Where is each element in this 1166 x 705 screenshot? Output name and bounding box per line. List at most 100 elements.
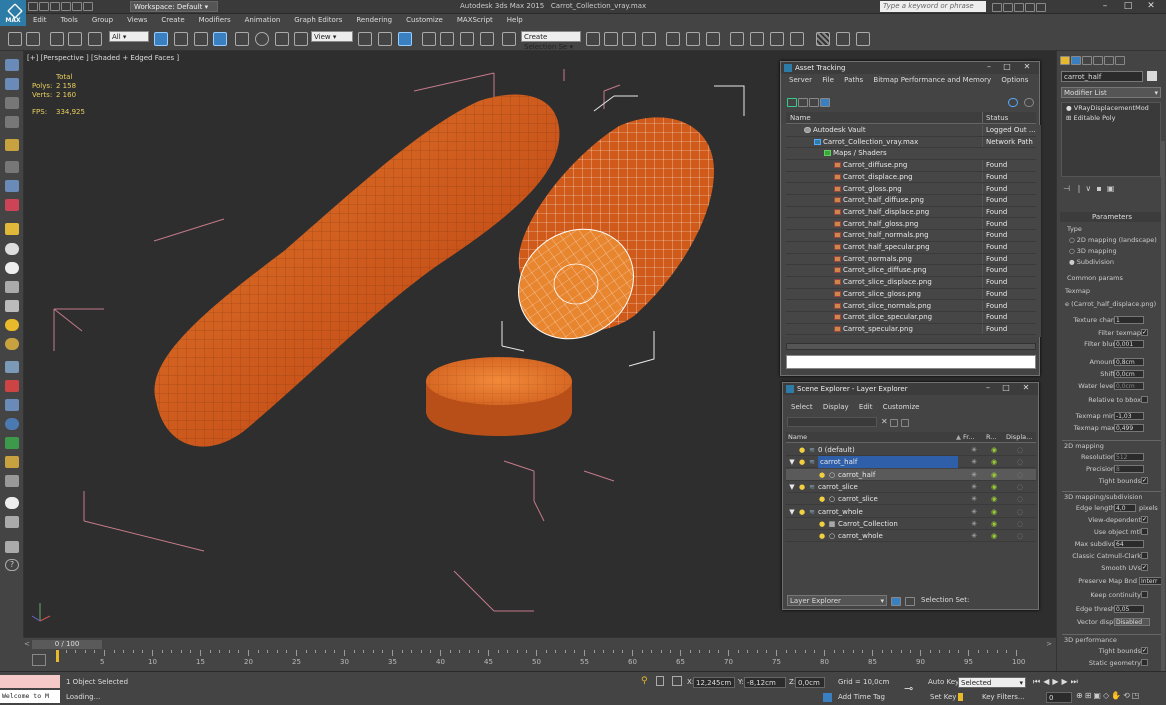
view-dependent-checkbox[interactable]: ✓ xyxy=(1141,516,1148,523)
zoom-icon[interactable]: ⊕ xyxy=(1076,691,1085,700)
maxscript-listener-top[interactable] xyxy=(0,675,60,688)
asset-tracking-titlebar[interactable]: Asset Tracking – □ ✕ xyxy=(781,62,1039,74)
ribbon-toggle-icon[interactable] xyxy=(642,32,656,46)
layer-row[interactable]: ▼ ● ≋ carrot_slice ✳ ◉ ◌ xyxy=(786,481,1036,493)
renderable-icon[interactable]: ◉ xyxy=(990,446,998,454)
bind-space-warp-icon[interactable] xyxy=(88,32,102,46)
time-slider-next[interactable]: > xyxy=(1046,640,1052,648)
vray-light-icon[interactable] xyxy=(5,139,19,151)
hierarchy-icon[interactable] xyxy=(905,597,915,606)
search-input[interactable]: Type a keyword or phrase xyxy=(880,1,986,12)
material-editor-icon[interactable] xyxy=(706,32,720,46)
texmap-max-spinner[interactable]: 0,499 xyxy=(1114,424,1144,432)
pan-icon[interactable]: ✋ xyxy=(1111,691,1123,700)
next-frame-icon[interactable]: ▶ xyxy=(1062,677,1071,686)
menu-select[interactable]: Select xyxy=(787,403,817,411)
horizontal-scrollbar[interactable] xyxy=(786,343,1036,350)
renderable-icon[interactable]: ◉ xyxy=(990,471,998,479)
vray-tool-icon[interactable] xyxy=(5,475,19,487)
tight-bounds-checkbox[interactable]: ✓ xyxy=(1141,477,1148,484)
stack-item-editable-poly[interactable]: ⊞ Editable Poly xyxy=(1062,113,1160,123)
hide-toggle-icon[interactable]: ● xyxy=(818,520,826,528)
redo-icon[interactable] xyxy=(26,32,40,46)
filter-blur-spinner[interactable]: 0,001 xyxy=(1114,340,1144,348)
edge-thresh-spinner[interactable]: 0,05 xyxy=(1114,605,1144,613)
freeze-icon[interactable]: ✳ xyxy=(970,446,978,454)
vray-tool-icon[interactable] xyxy=(5,78,19,90)
explorer-type-dropdown[interactable]: Layer Explorer ▾ xyxy=(787,595,887,606)
vray-tool-icon[interactable] xyxy=(5,541,19,553)
make-unique-icon[interactable]: ∨ xyxy=(1085,184,1091,193)
vector-displ-dropdown[interactable]: Disabled xyxy=(1114,618,1150,626)
vray-tool-icon[interactable] xyxy=(5,300,19,312)
modifier-list-dropdown[interactable]: Modifier List ▾ xyxy=(1061,87,1161,98)
stack-item-vraydisplacement[interactable]: ● VRayDisplacementMod xyxy=(1062,103,1160,113)
undo-icon[interactable] xyxy=(61,2,71,11)
close-button[interactable]: ✕ xyxy=(1019,63,1035,72)
open-file-icon[interactable] xyxy=(39,2,49,11)
pivot-center-icon[interactable] xyxy=(358,32,372,46)
time-tag-icon[interactable] xyxy=(823,693,832,702)
col-status-header[interactable]: Status xyxy=(982,112,1008,124)
vray-tool-icon[interactable] xyxy=(5,516,19,528)
favorites-star-icon[interactable] xyxy=(1025,3,1035,12)
hide-toggle-icon[interactable]: ● xyxy=(798,446,806,454)
rendered-frame-window-icon[interactable] xyxy=(750,32,764,46)
key-mode-dropdown[interactable]: Selected ▾ xyxy=(958,677,1026,688)
add-time-tag[interactable]: Add Time Tag xyxy=(838,693,885,701)
filter-texmap-checkbox[interactable]: ✓ xyxy=(1141,329,1148,336)
vray-tool-icon[interactable] xyxy=(5,338,19,350)
asset-row[interactable]: Carrot_specular.png Found xyxy=(786,323,1036,336)
vray-tool-icon[interactable] xyxy=(5,380,19,392)
pin-stack-icon[interactable]: ⊣ xyxy=(1063,184,1070,193)
utilities-tab-icon[interactable] xyxy=(1115,56,1125,65)
freeze-icon[interactable]: ✳ xyxy=(970,458,978,466)
help-icon[interactable] xyxy=(1036,3,1046,12)
freeze-icon[interactable]: ✳ xyxy=(970,483,978,491)
help-icon[interactable] xyxy=(1008,98,1018,107)
expand-toggle-icon[interactable] xyxy=(788,446,796,454)
water-level-spinner[interactable]: 0,0cm xyxy=(1114,382,1144,390)
display-mode-icon[interactable]: ◌ xyxy=(1016,446,1024,454)
menu-options[interactable]: Options xyxy=(997,76,1032,84)
grid-toggle-icon[interactable] xyxy=(856,32,870,46)
freeze-icon[interactable]: ✳ xyxy=(970,495,978,503)
menu-bitmap-performance[interactable]: Bitmap Performance and Memory xyxy=(869,76,995,84)
current-frame-marker[interactable] xyxy=(56,650,59,662)
minimize-button[interactable]: – xyxy=(1094,1,1116,12)
use-object-mtl-checkbox[interactable] xyxy=(1141,528,1148,535)
redo-icon[interactable] xyxy=(72,2,82,11)
expand-icon[interactable]: ⊞ xyxy=(1066,114,1071,122)
link-icon[interactable] xyxy=(50,32,64,46)
display-mode-icon[interactable]: ◌ xyxy=(1016,520,1024,528)
play-icon[interactable]: ▶ xyxy=(1052,677,1061,686)
asset-path-field[interactable] xyxy=(786,355,1036,369)
asset-row[interactable]: Maps / Shaders xyxy=(786,148,1036,160)
time-slider[interactable]: 0 / 100 xyxy=(32,640,102,649)
static-geometry-checkbox[interactable] xyxy=(1141,659,1148,666)
menu-rendering[interactable]: Rendering xyxy=(349,14,399,27)
menu-edit[interactable]: Edit xyxy=(855,403,877,411)
object-color-swatch[interactable] xyxy=(1147,71,1157,81)
modify-tab-icon[interactable] xyxy=(1071,56,1081,65)
workspace-dropdown[interactable]: Workspace: Default ▾ xyxy=(130,1,218,12)
current-frame-field[interactable]: 0 xyxy=(1046,692,1072,703)
subscription-icon[interactable] xyxy=(1003,3,1013,12)
grid-view-icon[interactable] xyxy=(820,98,830,107)
menu-help[interactable]: Help xyxy=(500,14,530,27)
expand-toggle-icon[interactable]: ▼ xyxy=(788,508,796,516)
help-icon[interactable]: ? xyxy=(5,559,19,571)
menu-animation[interactable]: Animation xyxy=(238,14,288,27)
close-button[interactable]: ✕ xyxy=(1018,384,1034,393)
maximize-button[interactable]: □ xyxy=(1117,1,1139,12)
hide-toggle-icon[interactable]: ● xyxy=(818,495,826,503)
menu-customize[interactable]: Customize xyxy=(399,14,450,27)
rectangular-selection-icon[interactable] xyxy=(194,32,208,46)
asset-row[interactable]: Carrot_half_gloss.png Found xyxy=(786,218,1036,231)
renderable-icon[interactable]: ◉ xyxy=(990,483,998,491)
vray-tool-icon[interactable] xyxy=(5,116,19,128)
hide-toggle-icon[interactable]: ● xyxy=(798,483,806,491)
asset-row[interactable]: Carrot_slice_normals.png Found xyxy=(786,300,1036,313)
maximize-button[interactable]: □ xyxy=(998,384,1014,393)
scale-icon[interactable] xyxy=(275,32,289,46)
